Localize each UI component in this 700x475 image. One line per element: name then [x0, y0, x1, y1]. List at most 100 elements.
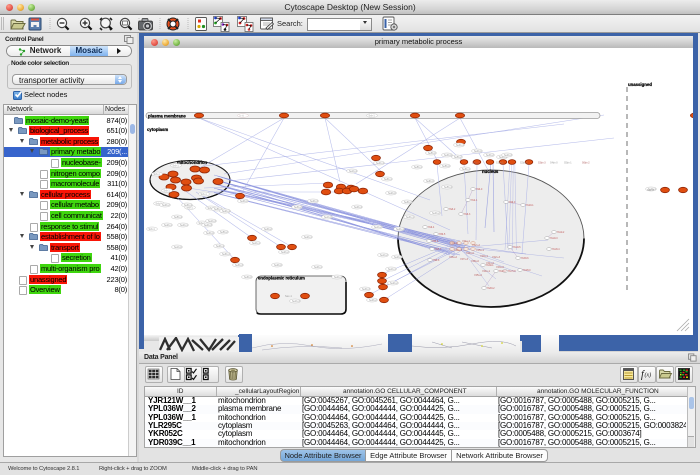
- svg-text:Yd4x-1: Yd4x-1: [482, 270, 491, 273]
- svg-text:Se0b-1: Se0b-1: [396, 228, 404, 231]
- svg-text:Yb5l-5: Yb5l-5: [439, 234, 446, 236]
- svg-text:Se4b-4: Se4b-4: [334, 276, 342, 279]
- svg-text:Se1b-0: Se1b-0: [174, 246, 182, 249]
- svg-text:Se5b-4: Se5b-4: [174, 216, 182, 219]
- svg-text:Yd7x-3: Yd7x-3: [460, 258, 469, 261]
- svg-text:Yd8x-0: Yd8x-0: [471, 260, 480, 263]
- svg-text:Sxb-1: Sxb-1: [201, 193, 208, 196]
- svg-text:Se2b-2: Se2b-2: [281, 251, 289, 254]
- svg-text:S3dx-3: S3dx-3: [538, 162, 546, 165]
- svg-text:S4dx-0: S4dx-0: [550, 162, 558, 165]
- svg-text:Yb12l-3: Yb12l-3: [550, 238, 559, 240]
- svg-text:Yb4l-4: Yb4l-4: [428, 227, 435, 229]
- svg-text:Se4b-3: Se4b-3: [204, 224, 212, 227]
- svg-text:Se1b-0: Se1b-0: [324, 216, 332, 219]
- svg-text:Yb2l-2: Yb2l-2: [449, 209, 456, 211]
- svg-text:Se0b-2: Se0b-2: [369, 299, 377, 302]
- svg-text:Se6b-1: Se6b-1: [462, 168, 470, 171]
- svg-text:Yb0l-0: Yb0l-0: [476, 189, 483, 191]
- svg-text:Se2b-4: Se2b-4: [222, 210, 230, 213]
- svg-text:Yd1x-1: Yd1x-1: [462, 240, 471, 243]
- svg-text:Se3b-3: Se3b-3: [362, 288, 370, 291]
- svg-text:[x-b]: [x-b]: [240, 116, 245, 118]
- svg-text:Se0b-3: Se0b-3: [310, 200, 318, 203]
- svg-text:Se2b-1: Se2b-1: [164, 224, 172, 227]
- svg-text:Se0b-1: Se0b-1: [314, 266, 322, 269]
- svg-text:Yb20l-2: Yb20l-2: [487, 288, 496, 290]
- svg-text:Yb19l-1: Yb19l-1: [486, 265, 495, 267]
- svg-text:Yb16l-7: Yb16l-7: [499, 271, 508, 273]
- svg-text:Se4b-3: Se4b-3: [504, 154, 512, 157]
- svg-text:Yd3x-3: Yd3x-3: [454, 249, 463, 252]
- svg-text:Se5b-4: Se5b-4: [444, 186, 452, 189]
- svg-text:Se4b-4: Se4b-4: [376, 162, 384, 165]
- svg-text:Yb14l-5: Yb14l-5: [513, 247, 522, 249]
- svg-text:Yd5x-2: Yd5x-2: [474, 274, 483, 277]
- svg-text:Yd1x-2: Yd1x-2: [486, 262, 495, 265]
- svg-text:Se1b-2: Se1b-2: [374, 226, 382, 229]
- svg-text:Se5b-2: Se5b-2: [454, 156, 462, 159]
- svg-text:Sxb-1: Sxb-1: [154, 173, 161, 176]
- svg-text:Se5b-1: Se5b-1: [414, 166, 422, 169]
- svg-text:Sxb-1: Sxb-1: [149, 228, 156, 231]
- svg-text:S6dx-2: S6dx-2: [582, 162, 590, 165]
- svg-text:plasma membrane: plasma membrane: [148, 113, 186, 118]
- svg-text:(x): (x): [645, 372, 652, 379]
- svg-text:Yd6x-2: Yd6x-2: [449, 256, 458, 259]
- svg-text:Se5b-0: Se5b-0: [442, 165, 450, 168]
- svg-text:Se1b-1: Se1b-1: [388, 268, 396, 271]
- svg-text:Se6b-3: Se6b-3: [222, 253, 230, 256]
- svg-text:Se6b-0: Se6b-0: [244, 276, 252, 279]
- svg-text:Se1b-4: Se1b-4: [349, 170, 357, 173]
- svg-text:Se3b-3: Se3b-3: [235, 264, 243, 267]
- svg-text:Sxb-1: Sxb-1: [369, 115, 376, 118]
- svg-text:Se3b-2: Se3b-2: [486, 154, 494, 157]
- svg-text:Sek-B: Sek-B: [647, 188, 654, 192]
- svg-text:Yb13l-4: Yb13l-4: [552, 249, 561, 251]
- svg-text:Se6b-4: Se6b-4: [184, 204, 192, 207]
- svg-text:Yd2x-2: Yd2x-2: [472, 244, 481, 247]
- svg-text:Se4b-1: Se4b-1: [180, 224, 188, 227]
- svg-text:Se1b-3: Se1b-3: [292, 300, 300, 303]
- svg-text:Yb17l-8: Yb17l-8: [508, 271, 517, 273]
- svg-text:Sxb-1: Sxb-1: [164, 190, 171, 193]
- svg-text:Yb9l-0: Yb9l-0: [509, 202, 516, 204]
- svg-text:S1dx-1: S1dx-1: [496, 162, 504, 165]
- svg-text:Yb11l-2: Yb11l-2: [557, 232, 565, 234]
- svg-text:cytoplasm: cytoplasm: [147, 127, 168, 132]
- svg-text:Yb6l-6: Yb6l-6: [432, 241, 439, 243]
- svg-text:Yd2x-3: Yd2x-3: [492, 256, 501, 259]
- svg-text:Se2b-0: Se2b-0: [388, 192, 396, 195]
- svg-text:Se3b-0: Se3b-0: [206, 232, 214, 235]
- svg-text:Yb15l-6: Yb15l-6: [521, 258, 530, 260]
- svg-text:mitochondrion: mitochondrion: [177, 160, 207, 165]
- svg-text:Se6b-3: Se6b-3: [404, 201, 412, 204]
- svg-text:Sxb-1: Sxb-1: [173, 165, 180, 168]
- svg-text:S2dx-2: S2dx-2: [520, 162, 528, 165]
- svg-text:Se0b-0: Se0b-0: [274, 264, 282, 267]
- svg-text:Sec-1: Sec-1: [285, 294, 292, 298]
- svg-text:Se1b-3: Se1b-3: [208, 220, 216, 223]
- svg-text:Se3b-0: Se3b-0: [444, 154, 452, 157]
- svg-text:Yb7l-7: Yb7l-7: [435, 249, 442, 251]
- svg-text:Se4b-0: Se4b-0: [474, 150, 482, 153]
- svg-text:Se0b-4: Se0b-4: [354, 206, 362, 209]
- svg-text:Se6b-2: Se6b-2: [294, 206, 302, 209]
- svg-text:Yd0x-0: Yd0x-0: [450, 242, 459, 245]
- svg-text:Yb3l-3: Yb3l-3: [464, 214, 471, 216]
- svg-text:Yd4x-0: Yd4x-0: [466, 252, 475, 255]
- svg-text:Se1b-1: Se1b-1: [252, 242, 260, 245]
- svg-text:Se3b-2: Se3b-2: [264, 228, 272, 231]
- svg-text:Se3b-4: Se3b-4: [456, 144, 464, 147]
- svg-text:Se5b-0: Se5b-0: [428, 152, 436, 155]
- svg-text:Yb1l-1: Yb1l-1: [471, 200, 478, 202]
- svg-text:unassigned: unassigned: [628, 82, 652, 87]
- svg-text:Se5b-2: Se5b-2: [220, 231, 228, 234]
- svg-text:Se6b-1: Se6b-1: [384, 178, 392, 181]
- svg-text:Se6b-0: Se6b-0: [426, 180, 434, 183]
- svg-text:S5dx-1: S5dx-1: [564, 162, 572, 165]
- svg-text:nucleus: nucleus: [482, 169, 499, 174]
- svg-text:Yb10l-1: Yb10l-1: [526, 205, 535, 207]
- svg-text:Se4b-2: Se4b-2: [432, 212, 440, 215]
- svg-text:Se3b-1: Se3b-1: [406, 216, 414, 219]
